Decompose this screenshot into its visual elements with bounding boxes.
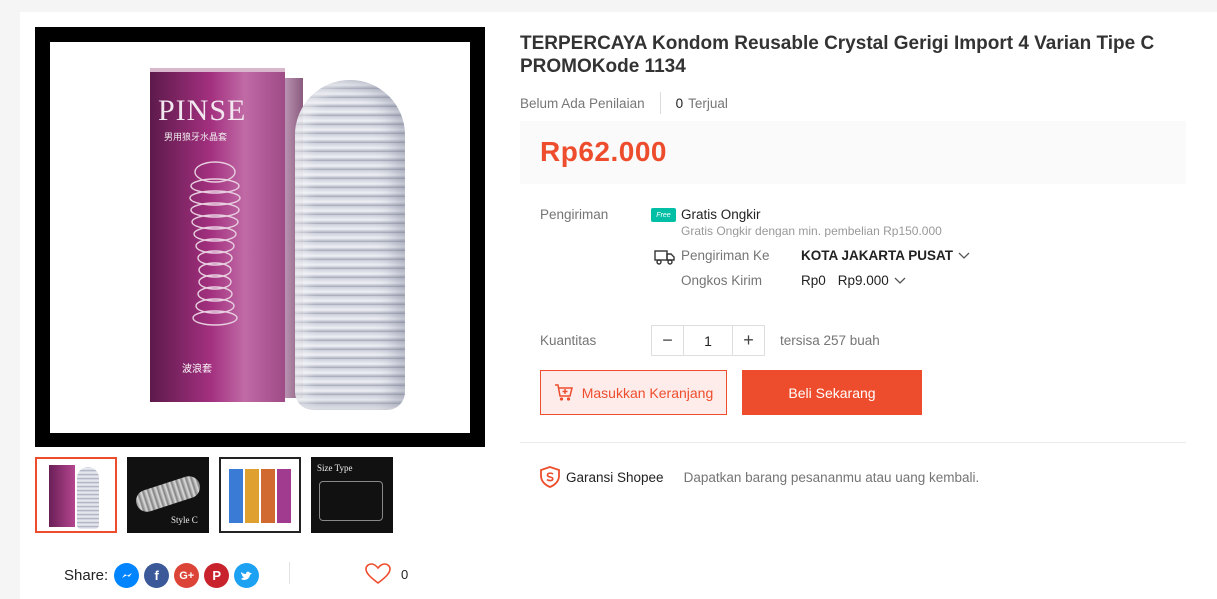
guarantee-desc: Dapatkan barang pesananmu atau uang kemb…: [683, 469, 980, 485]
google-plus-icon[interactable]: G+: [174, 563, 200, 588]
share-divider: [289, 562, 290, 584]
increase-button[interactable]: +: [733, 326, 764, 355]
favorite-count: 0: [401, 566, 409, 582]
box-ring-illustration: [189, 161, 241, 326]
shipping-cost-min: Rp0: [801, 273, 826, 288]
shipping-label: Pengiriman: [540, 207, 609, 222]
quantity-label: Kuantitas: [540, 333, 597, 348]
messenger-icon[interactable]: [114, 563, 140, 588]
thumb-box-orange: [261, 469, 275, 523]
main-product-image[interactable]: PINSE 男用狼牙水晶套 波浪套: [35, 27, 485, 447]
stats-divider: [659, 92, 661, 114]
rating-text[interactable]: Belum Ada Penilaian: [520, 96, 645, 111]
decrease-button[interactable]: −: [652, 326, 683, 355]
thumbnail-3[interactable]: [219, 457, 301, 533]
twitter-icon[interactable]: [234, 563, 260, 588]
add-to-cart-label: Masukkan Keranjang: [581, 384, 714, 401]
thumb-box-blue: [229, 469, 243, 523]
guarantee-title: Garansi Shopee: [566, 469, 664, 485]
shipping-cost-dropdown[interactable]: Rp0 Rp9.000: [801, 273, 906, 288]
thumbnail-1[interactable]: [35, 457, 117, 533]
ship-to-label: Pengiriman Ke: [681, 248, 770, 263]
ship-to-value: KOTA JAKARTA PUSAT: [801, 248, 953, 263]
free-shipping-icon: Free: [651, 208, 676, 222]
chevron-down-icon: [894, 277, 906, 284]
free-shipping-title: Gratis Ongkir: [681, 207, 761, 222]
section-divider: [520, 442, 1186, 443]
thumb-size-chart: [319, 481, 383, 521]
thumbnail-4[interactable]: Size Type: [311, 457, 393, 533]
product-photo: PINSE 男用狼牙水晶套 波浪套: [50, 42, 470, 433]
chevron-down-icon: [958, 252, 970, 259]
share-bar: Share: f G+ P: [64, 563, 264, 588]
quantity-stepper: − 1 +: [651, 325, 765, 356]
truck-icon: [654, 250, 675, 265]
shipping-cost-label: Ongkos Kirim: [681, 273, 763, 288]
favorite-button[interactable]: 0: [365, 563, 408, 585]
facebook-icon[interactable]: f: [144, 563, 170, 588]
ship-to-dropdown[interactable]: KOTA JAKARTA PUSAT: [801, 248, 970, 263]
share-label: Share:: [64, 567, 109, 584]
product-box: PINSE 男用狼牙水晶套 波浪套: [150, 72, 285, 402]
price-section: Rp62.000: [520, 121, 1186, 184]
thumbnail-label: Size Type: [317, 463, 353, 473]
thumbnail-2[interactable]: Style C: [127, 457, 209, 533]
product-price: Rp62.000: [540, 136, 667, 167]
cart-icon: [554, 383, 574, 402]
thumb-sleeve: [77, 467, 99, 529]
stock-text: tersisa 257 buah: [780, 333, 880, 348]
shipping-cost-max: Rp9.000: [837, 273, 889, 288]
crystal-sleeve: [295, 80, 405, 410]
quantity-input[interactable]: 1: [683, 326, 733, 355]
thumb-sleeve: [133, 473, 203, 515]
box-brand: PINSE: [158, 94, 247, 127]
thumbnail-label: Style C: [171, 515, 198, 525]
thumb-box: [49, 465, 75, 527]
box-caption: 波浪套: [182, 364, 212, 375]
buy-now-button[interactable]: Beli Sekarang: [742, 370, 922, 415]
free-shipping-note: Gratis Ongkir dengan min. pembelian Rp15…: [681, 224, 942, 237]
add-to-cart-button[interactable]: Masukkan Keranjang: [540, 370, 727, 415]
pinterest-icon[interactable]: P: [204, 563, 230, 588]
thumb-box-purple: [277, 469, 291, 523]
box-subtitle: 男用狼牙水晶套: [164, 132, 228, 142]
product-stats: Belum Ada Penilaian 0 Terjual: [520, 92, 728, 114]
thumb-box-yellow: [245, 469, 259, 523]
heart-icon: [365, 563, 391, 585]
shopee-guarantee[interactable]: Garansi Shopee Dapatkan barang pesananmu…: [540, 466, 979, 488]
shield-icon: [540, 466, 560, 488]
sold-count: 0: [675, 95, 684, 111]
sold-label: Terjual: [688, 95, 728, 111]
product-title: TERPERCAYA Kondom Reusable Crystal Gerig…: [520, 33, 1155, 77]
